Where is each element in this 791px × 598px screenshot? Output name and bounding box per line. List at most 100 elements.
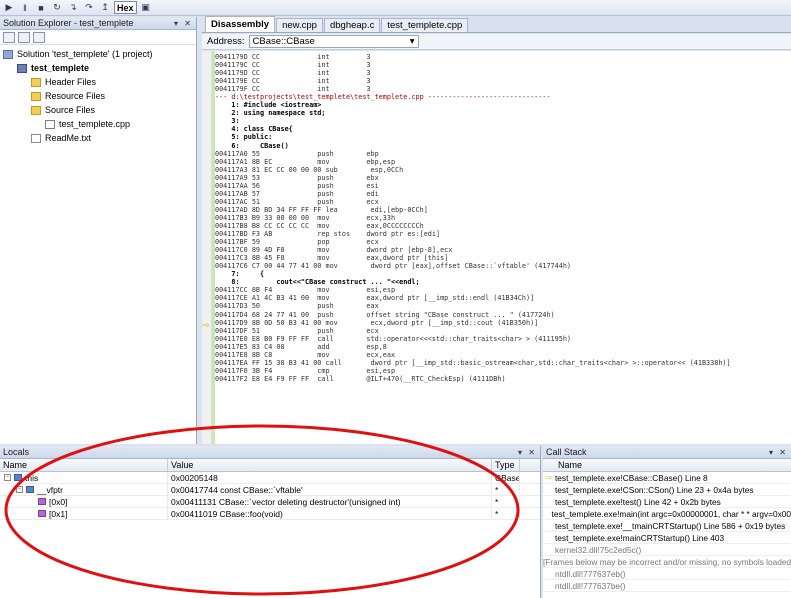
step-over-icon[interactable]: ↷ bbox=[82, 1, 96, 14]
code-line: 3: bbox=[215, 117, 240, 126]
properties-icon[interactable] bbox=[3, 31, 15, 43]
code-line: 4: class CBase{ bbox=[215, 125, 293, 134]
code-line: 004117C0 89 4D F8 mov dword ptr [ebp-8],… bbox=[215, 246, 453, 255]
call-stack-frame[interactable]: test_templete.exe!main(int argc=0x000000… bbox=[543, 508, 791, 520]
show-all-files-icon[interactable] bbox=[18, 31, 30, 43]
code-line: 004117D4 68 24 77 41 00 push offset stri… bbox=[215, 310, 555, 319]
column-type[interactable]: Type bbox=[492, 459, 520, 471]
call-stack-frame-label: kernel32.dll!75c2ed5c() bbox=[555, 544, 642, 555]
address-combo[interactable]: CBase::CBase ▾ bbox=[248, 35, 419, 48]
locals-row[interactable]: − __vfptr 0x00417744 const CBase::`vftable… bbox=[0, 484, 540, 496]
code-line: 7: { bbox=[215, 270, 265, 279]
document-tabs: Disassembly new.cpp dbgheap.c test_templete… bbox=[202, 16, 791, 33]
code-line: 5: public: bbox=[215, 133, 273, 142]
tree-item-label: Solution 'test_templete' (1 project) bbox=[17, 49, 153, 59]
tab-dbgheap-c[interactable]: dbgheap.c bbox=[323, 18, 381, 32]
call-stack-frame[interactable]: ntdll.dll!777637eb() bbox=[543, 568, 791, 580]
locals-value: 0x00205148 bbox=[168, 472, 492, 483]
stop-icon[interactable]: ■ bbox=[34, 1, 48, 14]
locals-name: [0x0] bbox=[49, 496, 68, 507]
locals-name-cell: [0x0] bbox=[0, 496, 168, 507]
code-line: 004117C3 8B 45 F8 mov eax,dword ptr [thi… bbox=[215, 254, 449, 263]
locals-name: [0x1] bbox=[49, 508, 68, 519]
call-stack-frame[interactable]: [Frames below may be incorrect and/or mi… bbox=[543, 556, 791, 568]
tab-new-cpp[interactable]: new.cpp bbox=[276, 18, 323, 32]
tree-item[interactable]: test_templete bbox=[0, 61, 196, 75]
code-line: 004117CC 8B F4 mov esi,esp bbox=[215, 286, 396, 295]
code-line: 004117AC 51 push ecx bbox=[215, 197, 379, 206]
breakpoints-icon[interactable]: ▣ bbox=[139, 1, 153, 14]
disassembly-view[interactable]: ⇨ 0041179D CC int 3 0041179C CC int 3 0041… bbox=[202, 51, 791, 444]
locals-rows: −this0x00205148CBase * c−__vfptr0x004177… bbox=[0, 472, 540, 520]
tree-item[interactable]: test_templete.cpp bbox=[0, 117, 196, 131]
tree-item[interactable]: Solution 'test_templete' (1 project) bbox=[0, 47, 196, 61]
column-name[interactable]: Name bbox=[555, 459, 582, 471]
locals-row[interactable]: [0x1] 0x00411019 CBase::foo(void) * bbox=[0, 508, 540, 520]
panel-controls[interactable]: ▾ ✕ bbox=[174, 19, 193, 28]
tree-item[interactable]: Resource Files bbox=[0, 89, 196, 103]
call-stack-frame[interactable]: kernel32.dll!75c2ed5c() bbox=[543, 544, 791, 556]
column-value[interactable]: Value bbox=[168, 459, 492, 471]
solution-tree: Solution 'test_templete' (1 project) test… bbox=[0, 45, 196, 145]
step-into-icon[interactable]: ↴ bbox=[66, 1, 80, 14]
refresh-icon[interactable] bbox=[33, 31, 45, 43]
call-stack-frame[interactable]: test_templete.exe!__tmainCRTStartup() Li… bbox=[543, 520, 791, 532]
call-stack-frame[interactable]: test_templete.exe!mainCRTStartup() Line … bbox=[543, 532, 791, 544]
code-line: 0041179F CC int 3 bbox=[215, 85, 371, 94]
call-stack-frame-label: [Frames below may be incorrect and/or mi… bbox=[543, 556, 791, 567]
call-stack-frame[interactable]: test_templete.exe!CSon::CSon() Line 23 +… bbox=[543, 484, 791, 496]
call-stack-title-bar: Call Stack ▾ ✕ bbox=[543, 446, 791, 459]
code-line: 8: cout<<"CBase construct ... "<<endl; bbox=[215, 278, 420, 287]
call-stack-frame[interactable]: ntdll.dll!777637be() bbox=[543, 580, 791, 592]
tree-item[interactable]: Header Files bbox=[0, 75, 196, 89]
tree-item-label: ReadMe.txt bbox=[45, 133, 92, 143]
expander-icon[interactable]: − bbox=[16, 486, 23, 493]
code-line: 004117DF 51 push ecx bbox=[215, 326, 379, 335]
call-stack-frame-label: test_templete.exe!main(int argc=0x000000… bbox=[551, 508, 791, 519]
call-stack-frame-label: ntdll.dll!777637be() bbox=[555, 580, 626, 591]
tab-test-templete-cpp[interactable]: test_templete.cpp bbox=[381, 18, 469, 32]
play-icon[interactable]: ▶ bbox=[2, 1, 16, 14]
solution-explorer: Solution Explorer - test_templete ▾ ✕ So… bbox=[0, 17, 197, 444]
tree-item-label: test_templete bbox=[31, 63, 90, 73]
call-stack-frame[interactable]: test_templete.exe!test() Line 42 + 0x2b … bbox=[543, 496, 791, 508]
step-out-icon[interactable]: ↥ bbox=[98, 1, 112, 14]
locals-title: Locals bbox=[3, 447, 30, 457]
call-stack-rows: ⇨ test_templete.exe!CBase::CBase() Line 8… bbox=[543, 472, 791, 592]
locals-row[interactable]: − this 0x00205148CBase * c bbox=[0, 472, 540, 484]
call-stack-frame[interactable]: ⇨ test_templete.exe!CBase::CBase() Line 8 bbox=[543, 472, 791, 484]
expander-icon[interactable]: − bbox=[4, 474, 11, 481]
folder-icon bbox=[31, 105, 41, 115]
hex-toggle-button[interactable]: Hex bbox=[114, 1, 137, 14]
code-line: 1: #include <iostream> bbox=[215, 101, 322, 110]
address-bar: Address: CBase::CBase ▾ bbox=[202, 34, 791, 50]
code-line: 2: using namespace std; bbox=[215, 109, 326, 118]
panel-controls[interactable]: ▾ ✕ bbox=[769, 448, 788, 457]
current-instruction-arrow-icon: ⇨ bbox=[202, 320, 210, 330]
chevron-down-icon: ▾ bbox=[409, 36, 415, 47]
tree-item-label: Header Files bbox=[45, 77, 97, 87]
restart-icon[interactable]: ↻ bbox=[50, 1, 64, 14]
code-line: 0041179C CC int 3 bbox=[215, 61, 371, 70]
tab-disassembly[interactable]: Disassembly bbox=[205, 16, 276, 32]
call-stack-header: Name bbox=[543, 459, 791, 472]
code-line: 004117CE A1 4C B3 41 00 mov eax,dword pt… bbox=[215, 294, 535, 303]
project-icon bbox=[17, 63, 27, 73]
code-line: 004117B3 B9 33 00 00 00 mov ecx,33h bbox=[215, 213, 396, 222]
panel-controls[interactable]: ▾ ✕ bbox=[518, 448, 537, 457]
tree-item[interactable]: ReadMe.txt bbox=[0, 131, 196, 145]
locals-panel: Locals ▾ ✕ Name Value Type − this 0x002051… bbox=[0, 446, 541, 598]
tree-item[interactable]: Source Files bbox=[0, 103, 196, 117]
code-line: 004117AA 56 push esi bbox=[215, 181, 379, 190]
code-line: 004117F0 3B F4 cmp esi,esp bbox=[215, 366, 396, 375]
locals-header: Name Value Type bbox=[0, 459, 540, 472]
breakpoint-gutter[interactable] bbox=[202, 51, 212, 444]
tree-item-label: Source Files bbox=[45, 105, 96, 115]
disassembly-lines: 0041179D CC int 3 0041179C CC int 3 004117… bbox=[215, 53, 731, 383]
locals-row[interactable]: [0x0] 0x00411131 CBase::`vector deleting … bbox=[0, 496, 540, 508]
column-name[interactable]: Name bbox=[0, 459, 168, 471]
locals-title-bar: Locals ▾ ✕ bbox=[0, 446, 540, 459]
code-line: 004117EA FF 15 38 B3 41 00 call dword pt… bbox=[215, 358, 731, 367]
code-line: 004117BF 59 pop ecx bbox=[215, 238, 379, 247]
pause-icon[interactable]: ‖ bbox=[18, 1, 32, 14]
